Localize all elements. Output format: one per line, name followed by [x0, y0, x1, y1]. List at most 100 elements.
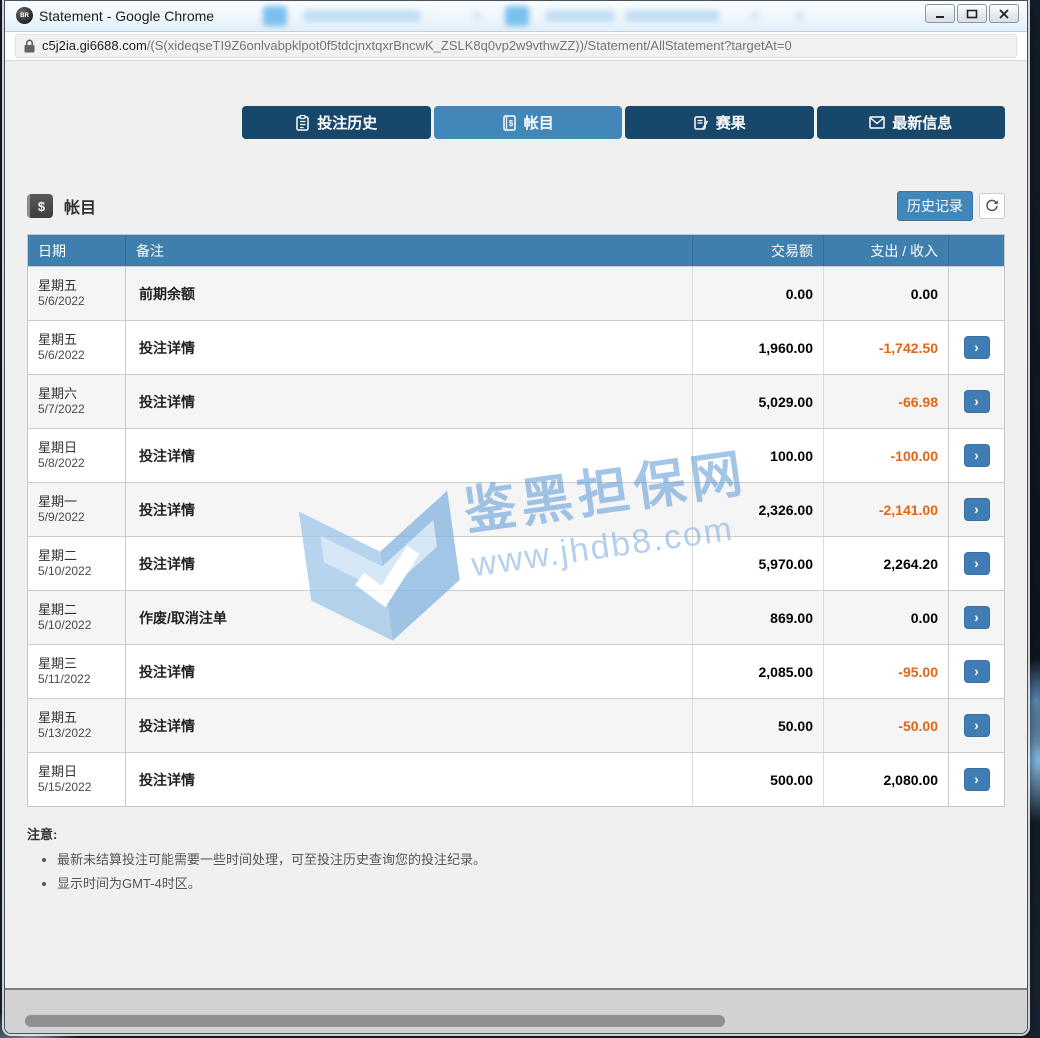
row-net: -100.00	[891, 448, 938, 464]
address-bar-row: c5j2ia.gi6688.com/(S(xideqseTI9Z6onlvabp…	[5, 32, 1027, 61]
background-tab-text	[303, 10, 421, 22]
row-detail-button[interactable]: ›	[964, 552, 990, 575]
notes-list: 最新未结算投注可能需要一些时间处理，可至投注历史查询您的投注纪录。 显示时间为G…	[27, 849, 1005, 892]
table-row: 星期五 5/13/2022 投注详情 50.00 -50.00 ›	[28, 698, 1004, 752]
row-amount: 0.00	[786, 286, 813, 302]
table-row: 星期六 5/7/2022 投注详情 5,029.00 -66.98 ›	[28, 374, 1004, 428]
row-net: 2,264.20	[884, 556, 939, 572]
detail-cell: ›	[949, 375, 1004, 428]
row-remark: 作废/取消注单	[139, 608, 227, 628]
row-detail-button[interactable]: ›	[964, 660, 990, 683]
detail-cell: ›	[949, 753, 1004, 806]
note-item: 显示时间为GMT-4时区。	[57, 873, 1005, 892]
row-detail-button[interactable]: ›	[964, 336, 990, 359]
remark-cell: 投注详情	[126, 375, 693, 428]
minimize-button[interactable]	[925, 4, 955, 23]
date-cell: 星期三 5/11/2022	[28, 645, 126, 698]
net-cell: 0.00	[824, 267, 949, 320]
detail-cell: ›	[949, 483, 1004, 536]
header-detail	[949, 235, 1004, 266]
remark-cell: 投注详情	[126, 753, 693, 806]
row-weekday: 星期五	[38, 710, 77, 726]
maximize-button[interactable]	[957, 4, 987, 23]
net-cell: 0.00	[824, 591, 949, 644]
nav-results-button[interactable]: 赛果	[625, 106, 814, 139]
row-detail-button[interactable]: ›	[964, 498, 990, 521]
row-remark: 投注详情	[139, 554, 195, 574]
refresh-button[interactable]	[979, 193, 1005, 219]
row-detail-button[interactable]: ›	[964, 714, 990, 737]
amount-cell: 1,960.00	[693, 321, 824, 374]
row-date: 5/11/2022	[38, 672, 91, 687]
nav-bet-history-button[interactable]: 投注历史	[242, 106, 431, 139]
net-cell: -95.00	[824, 645, 949, 698]
history-record-button[interactable]: 历史记录	[897, 191, 973, 221]
hscrollbar-track[interactable]	[5, 988, 1027, 1034]
chevron-right-icon: ›	[974, 448, 979, 462]
nav-account-button[interactable]: $ 帐目	[434, 106, 623, 139]
date-cell: 星期五 5/6/2022	[28, 321, 126, 374]
notes-title: 注意:	[27, 824, 1005, 843]
table-row: 星期二 5/10/2022 作废/取消注单 869.00 0.00 ›	[28, 590, 1004, 644]
row-amount: 100.00	[770, 448, 813, 464]
background-tab-text	[545, 10, 615, 22]
background-tab-close-icon	[473, 12, 482, 21]
row-weekday: 星期五	[38, 278, 77, 294]
row-remark: 投注详情	[139, 770, 195, 790]
row-net: -1,742.50	[879, 340, 938, 356]
background-tab-icon	[263, 6, 287, 26]
account-ledger-icon: $	[27, 194, 53, 218]
row-date: 5/7/2022	[38, 402, 85, 417]
date-cell: 星期六 5/7/2022	[28, 375, 126, 428]
window-titlebar[interactable]: BR Statement - Google Chrome	[5, 1, 1027, 32]
chevron-right-icon: ›	[974, 340, 979, 354]
table-row: 星期三 5/11/2022 投注详情 2,085.00 -95.00 ›	[28, 644, 1004, 698]
row-date: 5/6/2022	[38, 348, 85, 363]
row-amount: 50.00	[778, 718, 813, 734]
remark-cell: 投注详情	[126, 483, 693, 536]
row-net: 0.00	[911, 286, 938, 302]
detail-cell	[949, 267, 1004, 320]
table-row: 星期二 5/10/2022 投注详情 5,970.00 2,264.20 ›	[28, 536, 1004, 590]
row-detail-button[interactable]: ›	[964, 606, 990, 629]
url-domain: c5j2ia.gi6688.com	[42, 38, 147, 53]
table-row: 星期日 5/8/2022 投注详情 100.00 -100.00 ›	[28, 428, 1004, 482]
chevron-right-icon: ›	[974, 718, 979, 732]
notes: 注意: 最新未结算投注可能需要一些时间处理，可至投注历史查询您的投注纪录。 显示…	[27, 824, 1005, 892]
detail-cell: ›	[949, 537, 1004, 590]
refresh-icon	[985, 199, 999, 213]
statement-table: 日期 备注 交易额 支出 / 收入 星期五 5/6/2022 前期余额 0.00…	[27, 234, 1005, 807]
row-weekday: 星期二	[38, 602, 77, 618]
table-row: 星期一 5/9/2022 投注详情 2,326.00 -2,141.00 ›	[28, 482, 1004, 536]
hscrollbar-thumb[interactable]	[25, 1015, 725, 1027]
row-weekday: 星期三	[38, 656, 77, 672]
row-weekday: 星期二	[38, 548, 77, 564]
table-row: 星期五 5/6/2022 前期余额 0.00 0.00	[28, 266, 1004, 320]
date-cell: 星期五 5/6/2022	[28, 267, 126, 320]
nav-label: 最新信息	[892, 112, 952, 133]
row-detail-button[interactable]: ›	[964, 768, 990, 791]
header-net: 支出 / 收入	[824, 235, 949, 266]
row-date: 5/10/2022	[38, 618, 91, 633]
svg-text:$: $	[509, 119, 514, 128]
net-cell: -100.00	[824, 429, 949, 482]
row-detail-button[interactable]: ›	[964, 444, 990, 467]
url-text: c5j2ia.gi6688.com/(S(xideqseTI9Z6onlvabp…	[42, 37, 792, 55]
row-net: 0.00	[911, 610, 938, 626]
nav-latest-info-button[interactable]: 最新信息	[817, 106, 1006, 139]
net-cell: -66.98	[824, 375, 949, 428]
row-remark: 投注详情	[139, 446, 195, 466]
row-detail-button[interactable]: ›	[964, 390, 990, 413]
row-amount: 2,085.00	[759, 664, 814, 680]
background-tab-close-icon	[750, 12, 759, 21]
table-row: 星期日 5/15/2022 投注详情 500.00 2,080.00 ›	[28, 752, 1004, 806]
close-button[interactable]	[989, 4, 1019, 23]
detail-cell: ›	[949, 321, 1004, 374]
address-bar[interactable]: c5j2ia.gi6688.com/(S(xideqseTI9Z6onlvabp…	[15, 34, 1017, 58]
detail-cell: ›	[949, 645, 1004, 698]
row-weekday: 星期日	[38, 764, 77, 780]
header-date: 日期	[28, 235, 126, 266]
browser-window: BR Statement - Google Chrome c5j2ia.gi66…	[4, 0, 1028, 1034]
row-date: 5/10/2022	[38, 564, 91, 579]
row-date: 5/9/2022	[38, 510, 85, 525]
